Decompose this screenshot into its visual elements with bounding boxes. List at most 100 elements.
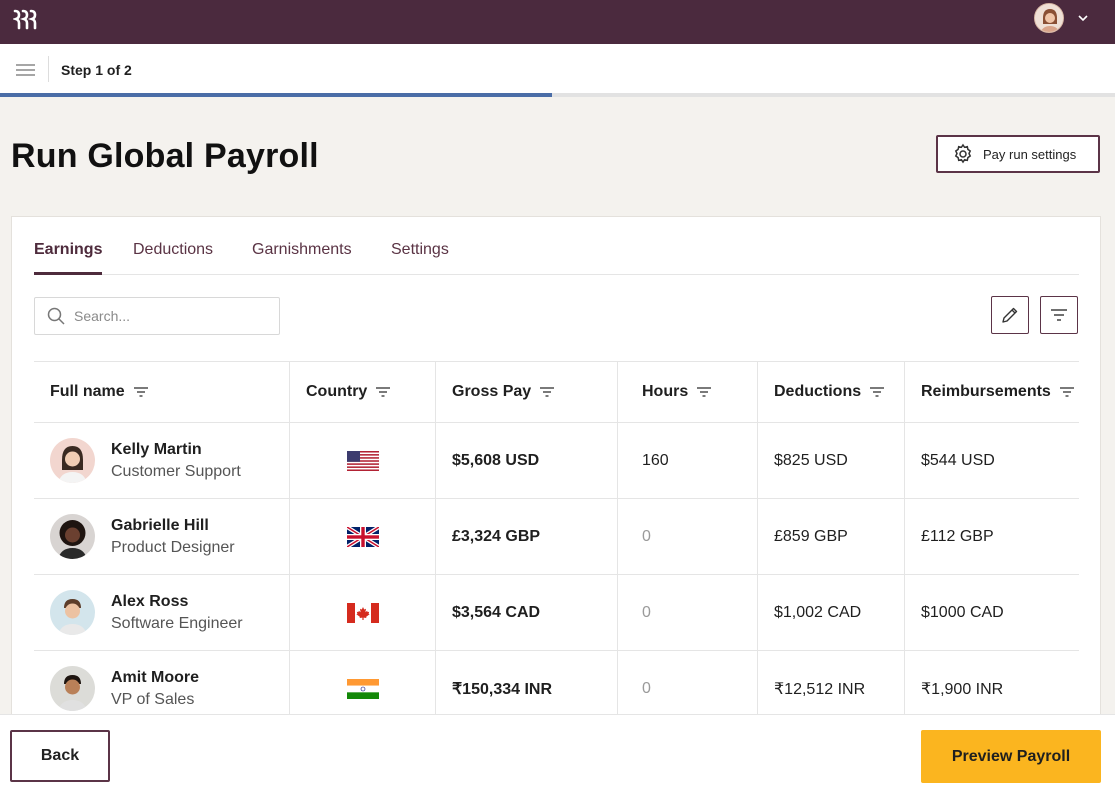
- edit-button[interactable]: [991, 296, 1029, 334]
- employee-info: Amit Moore VP of Sales: [111, 669, 199, 709]
- table-row[interactable]: Alex Ross Software Engineer $3,564 CAD 0…: [34, 575, 1079, 651]
- employee-name[interactable]: Amit Moore: [111, 669, 199, 687]
- user-avatar-icon: [1035, 4, 1063, 32]
- hours-cell[interactable]: 160: [618, 423, 758, 498]
- employee-info: Gabrielle Hill Product Designer: [111, 517, 235, 557]
- hamburger-menu-icon[interactable]: [16, 64, 35, 76]
- employee-cell: Amit Moore VP of Sales: [34, 651, 290, 714]
- deductions-cell: $825 USD: [758, 423, 905, 498]
- employee-role: Software Engineer: [111, 614, 243, 632]
- india-flag-icon: [346, 678, 379, 699]
- avatar-icon: [50, 666, 95, 711]
- employee-avatar: [50, 514, 95, 559]
- employee-cell: Alex Ross Software Engineer: [34, 575, 290, 650]
- employee-role: Customer Support: [111, 462, 241, 480]
- search-input[interactable]: [74, 308, 264, 324]
- column-header-gross-pay[interactable]: Gross Pay: [436, 362, 618, 422]
- gross-pay-cell: ₹150,334 INR: [436, 651, 618, 714]
- gross-pay-cell: $5,608 USD: [436, 423, 618, 498]
- page-title: Run Global Payroll: [11, 137, 319, 175]
- employee-role: Product Designer: [111, 538, 235, 556]
- divider: [48, 56, 49, 82]
- column-label: Gross Pay: [452, 383, 532, 400]
- pay-run-settings-button[interactable]: Pay run settings: [936, 135, 1100, 173]
- sort-filter-icon[interactable]: [697, 387, 712, 397]
- hours-cell[interactable]: 0: [618, 651, 758, 714]
- table-header-row: Full name Country Gross Pay Hours Deduct…: [34, 361, 1079, 423]
- column-label: Reimbursements: [921, 383, 1051, 400]
- filter-button[interactable]: [1040, 296, 1078, 334]
- reimbursements-cell: £112 GBP: [921, 527, 994, 545]
- column-header-hours[interactable]: Hours: [618, 362, 758, 422]
- employee-avatar: [50, 666, 95, 711]
- reimbursements-cell: $1000 CAD: [921, 603, 1004, 621]
- table-row[interactable]: Gabrielle Hill Product Designer £3,324 G…: [34, 499, 1079, 575]
- canada-flag-icon: [346, 602, 379, 623]
- employee-info: Kelly Martin Customer Support: [111, 441, 241, 481]
- payroll-table: Full name Country Gross Pay Hours Deduct…: [34, 361, 1079, 714]
- column-header-country[interactable]: Country: [290, 362, 436, 422]
- tab-deductions[interactable]: Deductions: [133, 241, 213, 259]
- filter-icon: [1051, 309, 1067, 321]
- deductions-cell: $1,002 CAD: [758, 575, 905, 650]
- country-cell: [290, 651, 436, 714]
- employee-cell: Kelly Martin Customer Support: [34, 423, 290, 498]
- employee-avatar: [50, 438, 95, 483]
- employee-name[interactable]: Kelly Martin: [111, 441, 241, 459]
- table-row[interactable]: Amit Moore VP of Sales ₹150,334 INR 0 ₹1…: [34, 651, 1079, 714]
- gross-pay-cell: $3,564 CAD: [436, 575, 618, 650]
- employee-name[interactable]: Gabrielle Hill: [111, 517, 235, 535]
- step-bar: Step 1 of 2: [0, 44, 1115, 93]
- pencil-icon: [1002, 307, 1018, 323]
- country-cell: [290, 423, 436, 498]
- back-button[interactable]: Back: [10, 730, 110, 782]
- tab-bar: Earnings Deductions Garnishments Setting…: [34, 217, 1079, 275]
- hours-cell[interactable]: 0: [618, 575, 758, 650]
- sort-filter-icon[interactable]: [133, 387, 148, 397]
- chevron-down-icon[interactable]: [1076, 11, 1090, 25]
- column-label: Country: [306, 383, 368, 400]
- reimbursements-cell: $544 USD: [921, 451, 995, 469]
- tab-garnishments[interactable]: Garnishments: [252, 241, 352, 259]
- employee-info: Alex Ross Software Engineer: [111, 593, 243, 633]
- column-header-full-name[interactable]: Full name: [34, 362, 290, 422]
- employee-role: VP of Sales: [111, 690, 195, 708]
- country-cell: [290, 575, 436, 650]
- hours-cell[interactable]: 0: [618, 499, 758, 574]
- top-bar: [0, 0, 1115, 44]
- column-label: Full name: [50, 383, 125, 400]
- country-cell: [290, 499, 436, 574]
- main-content: Run Global Payroll Pay run settings Earn…: [0, 97, 1115, 714]
- gross-pay-cell: £3,324 GBP: [436, 499, 618, 574]
- tab-settings[interactable]: Settings: [391, 241, 449, 259]
- deductions-cell: £859 GBP: [758, 499, 905, 574]
- rippling-logo-icon[interactable]: [13, 8, 39, 30]
- search-icon: [47, 307, 65, 325]
- sort-filter-icon[interactable]: [540, 387, 555, 397]
- us-flag-icon: [346, 450, 379, 471]
- footer-bar: Back Preview Payroll: [0, 714, 1115, 786]
- sort-filter-icon[interactable]: [376, 387, 391, 397]
- avatar-icon: [50, 438, 95, 483]
- payroll-card: Earnings Deductions Garnishments Setting…: [11, 216, 1101, 714]
- search-box: [34, 297, 280, 335]
- column-label: Hours: [642, 383, 689, 400]
- preview-payroll-button[interactable]: Preview Payroll: [921, 730, 1101, 783]
- sort-filter-icon[interactable]: [870, 387, 885, 397]
- step-indicator: Step 1 of 2: [61, 62, 132, 78]
- active-tab-indicator: [34, 272, 102, 275]
- avatar-icon: [50, 590, 95, 635]
- column-header-reimbursements[interactable]: Reimbursements: [905, 362, 1079, 422]
- tab-earnings[interactable]: Earnings: [34, 241, 102, 259]
- user-avatar[interactable]: [1034, 3, 1064, 33]
- sort-filter-icon[interactable]: [1059, 387, 1074, 397]
- avatar-icon: [50, 514, 95, 559]
- employee-name[interactable]: Alex Ross: [111, 593, 243, 611]
- employee-cell: Gabrielle Hill Product Designer: [34, 499, 290, 574]
- table-row[interactable]: Kelly Martin Customer Support $5,608 USD…: [34, 423, 1079, 499]
- reimbursements-cell: ₹1,900 INR: [921, 680, 1004, 698]
- employee-avatar: [50, 590, 95, 635]
- column-header-deductions[interactable]: Deductions: [758, 362, 905, 422]
- column-label: Deductions: [774, 383, 862, 400]
- pay-run-settings-label: Pay run settings: [983, 146, 1077, 162]
